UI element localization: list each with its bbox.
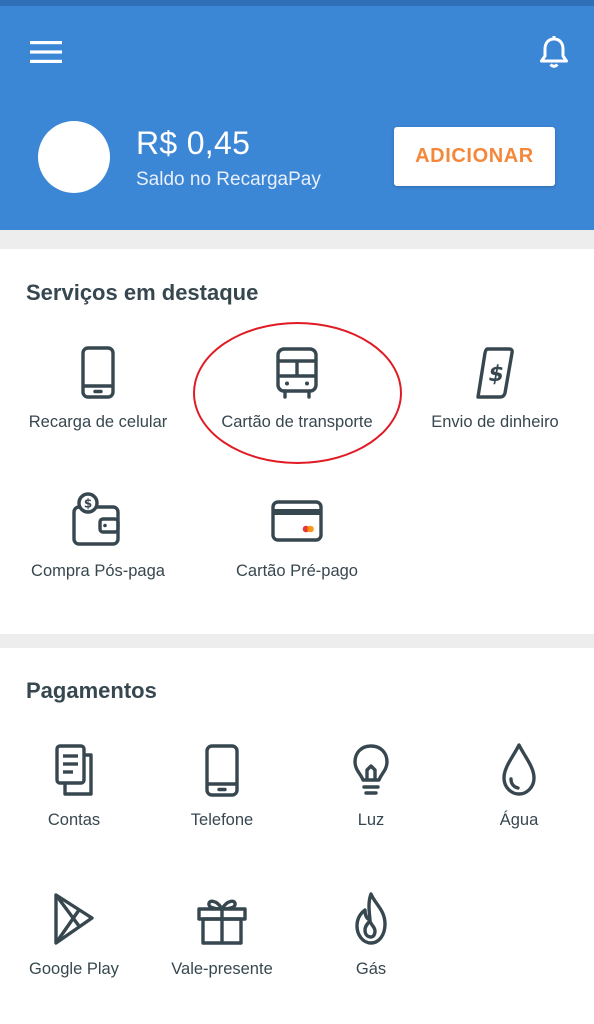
payment-google-play[interactable]: Google Play bbox=[14, 888, 134, 979]
credit-card-icon bbox=[265, 490, 329, 554]
bus-icon bbox=[265, 341, 329, 405]
add-funds-button[interactable]: ADICIONAR bbox=[394, 127, 555, 186]
balance-caption: Saldo no RecargaPay bbox=[136, 169, 321, 190]
payment-label: Gás bbox=[355, 960, 387, 978]
money-transfer-icon: $ bbox=[463, 341, 527, 405]
bell-icon[interactable] bbox=[532, 30, 576, 74]
service-label: Cartão Pré-pago bbox=[236, 562, 358, 580]
payment-electricity[interactable]: Luz bbox=[311, 739, 431, 830]
section-title-payments: Pagamentos bbox=[26, 678, 157, 703]
payment-label: Telefone bbox=[190, 811, 254, 829]
service-transport-card[interactable]: Cartão de transporte bbox=[212, 341, 382, 432]
service-mobile-topup[interactable]: Recarga de celular bbox=[18, 341, 178, 432]
section-title-services: Serviços em destaque bbox=[26, 280, 259, 305]
avatar[interactable] bbox=[38, 121, 110, 193]
payment-bills[interactable]: Contas bbox=[14, 739, 134, 830]
gift-icon bbox=[190, 888, 254, 952]
payment-gas[interactable]: Gás bbox=[311, 888, 431, 979]
phone-icon bbox=[66, 341, 130, 405]
status-bar-strip bbox=[0, 0, 594, 6]
svg-text:$: $ bbox=[84, 497, 92, 511]
payment-label: Contas bbox=[47, 811, 101, 829]
payment-label: Vale-presente bbox=[171, 960, 273, 978]
service-money-transfer[interactable]: $ Envio de dinheiro bbox=[415, 341, 575, 432]
hamburger-menu-icon[interactable] bbox=[24, 32, 68, 72]
payment-label: Água bbox=[499, 811, 539, 829]
app-header: R$ 0,45 Saldo no RecargaPay ADICIONAR bbox=[0, 0, 594, 230]
payments-card: Pagamentos Contas Telefone Luz Água Goog… bbox=[0, 648, 594, 1024]
service-label: Compra Pós-paga bbox=[31, 562, 165, 580]
service-postpaid-purchase[interactable]: $ Compra Pós-paga bbox=[18, 490, 178, 581]
payment-water[interactable]: Água bbox=[459, 739, 579, 830]
bills-icon bbox=[42, 739, 106, 803]
water-drop-icon bbox=[487, 739, 551, 803]
google-play-icon bbox=[42, 888, 106, 952]
service-label: Recarga de celular bbox=[28, 413, 168, 431]
balance-amount: R$ 0,45 bbox=[136, 125, 251, 161]
flame-icon bbox=[339, 888, 403, 952]
service-prepaid-card[interactable]: Cartão Pré-pago bbox=[217, 490, 377, 581]
phone-icon bbox=[190, 739, 254, 803]
wallet-icon: $ bbox=[66, 490, 130, 554]
featured-services-card: Serviços em destaque Recarga de celular … bbox=[0, 249, 594, 634]
lightbulb-icon bbox=[339, 739, 403, 803]
service-label: Envio de dinheiro bbox=[431, 413, 559, 431]
payment-phone[interactable]: Telefone bbox=[162, 739, 282, 830]
payment-label: Google Play bbox=[29, 960, 119, 978]
payment-gift-card[interactable]: Vale-presente bbox=[162, 888, 282, 979]
service-label: Cartão de transporte bbox=[221, 413, 373, 431]
payment-label: Luz bbox=[357, 811, 385, 829]
svg-text:$: $ bbox=[486, 361, 506, 387]
